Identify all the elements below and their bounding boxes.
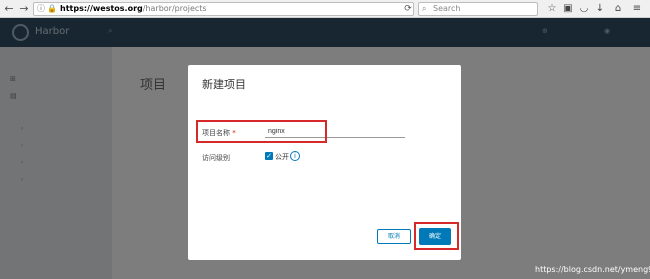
pocket-icon[interactable]: ◡ [578,2,590,16]
search-placeholder: Search [433,4,461,13]
browser-toolbar: ← → ⓘ 🔒 https://westos.org/harbor/projec… [0,0,650,18]
highlight-project-name [196,120,327,143]
public-checkbox-label: 公开 [275,153,289,161]
clipboard-icon[interactable]: ▣ [562,2,574,16]
cancel-button[interactable]: 取消 [377,229,411,244]
highlight-ok-button [414,222,459,250]
download-icon[interactable]: ↓ [594,2,606,16]
info-circle-icon[interactable]: ⓘ [37,4,45,14]
access-level-label: 访问级别 [202,154,230,162]
url-bar[interactable]: ⓘ 🔒 https://westos.org/harbor/projects [33,2,414,16]
info-icon[interactable]: i [290,151,300,161]
forward-icon[interactable]: → [17,2,31,16]
star-icon[interactable]: ☆ [546,2,558,16]
search-icon: ⌕ [422,4,427,13]
dialog-title: 新建项目 [202,78,246,91]
home-icon[interactable]: ⌂ [612,2,624,16]
back-icon[interactable]: ← [2,2,16,16]
browser-search-input[interactable]: ⌕ Search [418,2,538,16]
watermark: https://blog.csdn.net/ymeng9527 [535,265,650,274]
menu-icon[interactable]: ≡ [631,2,643,16]
url-domain: https://westos.org [60,4,143,13]
public-checkbox[interactable]: ✓ [265,152,273,160]
lock-icon: 🔒 [47,4,57,13]
reload-icon[interactable]: ⟳ [401,2,415,16]
url-path: /harbor/projects [142,4,207,13]
